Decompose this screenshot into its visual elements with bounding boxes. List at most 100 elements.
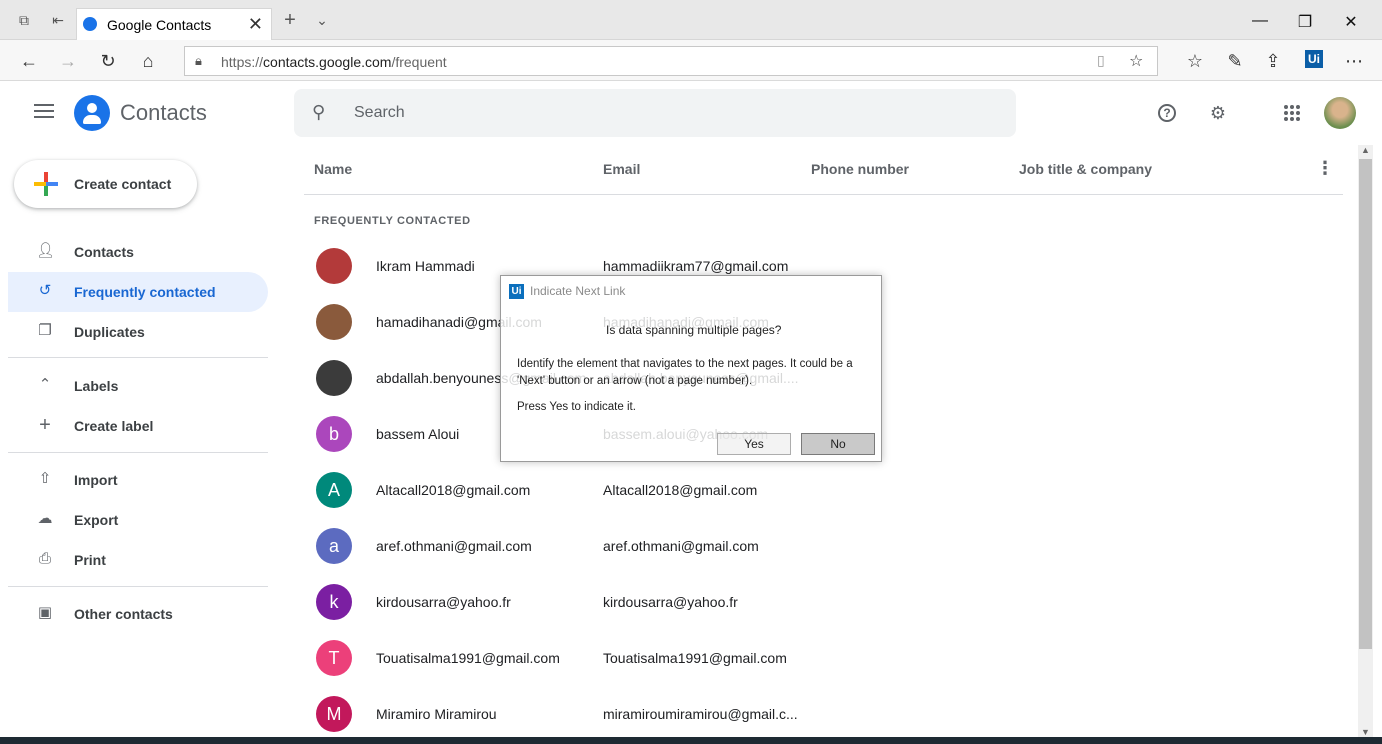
contact-email: Touatisalma1991@gmail.com (603, 650, 787, 666)
uipath-extension-icon[interactable]: Ui (1305, 50, 1323, 68)
column-header-phone: Phone number (811, 161, 910, 177)
column-header-email: Email (603, 161, 641, 177)
new-tab-icon[interactable]: + (280, 10, 300, 30)
home-icon[interactable]: ⌂ (137, 50, 159, 72)
dialog-title: Indicate Next Link (530, 284, 626, 298)
sidebar-item-frequently-contacted[interactable]: ↺ Frequently contacted (8, 272, 268, 312)
scroll-up-icon[interactable]: ▲ (1361, 145, 1370, 155)
help-icon[interactable]: ? (1158, 104, 1176, 122)
sidebar-item-print[interactable]: ⎙ Print (8, 540, 268, 580)
indicate-next-link-dialog: Ui Indicate Next Link Is data spanning m… (500, 275, 882, 462)
scrollbar-thumb[interactable] (1359, 159, 1372, 649)
pen-icon[interactable]: ✎ (1224, 50, 1246, 72)
sidebar-item-duplicates[interactable]: ❐ Duplicates (8, 312, 268, 352)
create-contact-label: Create contact (74, 176, 172, 192)
sidebar-item-label: Contacts (74, 244, 134, 260)
account-avatar[interactable] (1324, 97, 1356, 129)
no-button[interactable]: No (801, 433, 875, 455)
archive-icon: ▣ (37, 604, 53, 621)
upload-icon: ⇧ (38, 470, 52, 487)
divider (8, 586, 268, 587)
sidebar-item-contacts[interactable]: 👤︎ Contacts (8, 232, 268, 272)
lock-icon: 🔒︎ (195, 53, 202, 68)
table-row[interactable]: M Miramiro Miramirou miramiroumiramirou@gm… (304, 687, 1344, 743)
search-icon[interactable]: ⚲ (312, 102, 325, 123)
header-divider (304, 194, 1343, 195)
close-tab-icon[interactable]: ✕ (248, 14, 263, 35)
person-icon: 👤︎ (36, 242, 56, 259)
tab-title: Google Contacts (107, 17, 212, 33)
sidebar-item-import[interactable]: ⇧ Import (8, 460, 268, 500)
scroll-down-icon[interactable]: ▼ (1361, 727, 1370, 737)
restore-icon[interactable]: ❐ (1295, 12, 1315, 32)
contact-name: aref.othmani@gmail.com (376, 538, 532, 554)
sidebar-item-label: Create label (74, 418, 154, 434)
url-text[interactable]: https://contacts.google.com/frequent (221, 54, 447, 70)
tab-actions-icon[interactable]: ⧉ (14, 10, 34, 30)
set-aside-tabs-icon[interactable]: ⇤ (48, 10, 68, 30)
forward-icon[interactable]: → (57, 50, 79, 72)
taskbar (0, 737, 1382, 744)
contact-name: Touatisalma1991@gmail.com (376, 650, 560, 666)
favorite-star-icon[interactable]: ☆ (1129, 51, 1143, 71)
avatar: A (316, 472, 352, 508)
contacts-logo-icon (74, 95, 110, 131)
avatar: T (316, 640, 352, 676)
yes-button[interactable]: Yes (717, 433, 791, 455)
printer-icon: ⎙ (38, 550, 51, 567)
divider (8, 357, 268, 358)
sidebar-item-label: Frequently contacted (74, 284, 216, 300)
contact-name: kirdousarra@yahoo.fr (376, 594, 511, 610)
minimize-icon[interactable]: — (1250, 12, 1270, 30)
refresh-icon[interactable]: ↻ (97, 50, 119, 72)
browser-nav-bar: ← → ↻ ⌂ 🔒︎ https://contacts.google.com/f… (0, 40, 1382, 81)
search-bar[interactable]: ⚲ (294, 89, 1016, 137)
main-menu-icon[interactable] (34, 104, 54, 120)
dialog-body: Identify the element that navigates to t… (517, 358, 853, 387)
sidebar-item-labels[interactable]: ⌃ Labels (8, 366, 268, 406)
create-contact-button[interactable]: Create contact (14, 160, 197, 208)
table-row[interactable]: a aref.othmani@gmail.com aref.othmani@gmai… (304, 519, 1344, 575)
dialog-question: Is data spanning multiple pages? (606, 323, 782, 337)
table-row[interactable]: T Touatisalma1991@gmail.com Touatisalma199… (304, 631, 1344, 687)
divider (8, 452, 268, 453)
contact-email: hammadiikram77@gmail.com (603, 258, 789, 274)
address-bar[interactable]: 🔒︎ https://contacts.google.com/frequent … (184, 46, 1158, 76)
avatar: k (316, 584, 352, 620)
table-row[interactable]: A Altacall2018@gmail.com Altacall2018@gmai… (304, 463, 1344, 519)
close-window-icon[interactable]: ✕ (1341, 12, 1361, 32)
column-header-job: Job title & company (1019, 161, 1153, 177)
contact-name: Ikram Hammadi (376, 258, 475, 274)
share-icon[interactable]: ⇪ (1262, 50, 1284, 72)
chevron-up-icon: ⌃ (38, 376, 52, 393)
contacts-favicon-icon (83, 17, 97, 31)
avatar: M (316, 696, 352, 732)
search-input[interactable] (354, 101, 954, 125)
more-menu-icon[interactable]: ⋯ (1343, 50, 1365, 72)
scrollbar[interactable]: ▲ ▼ (1358, 145, 1373, 737)
back-icon[interactable]: ← (18, 50, 40, 72)
browser-tab[interactable]: Google Contacts ✕ (76, 8, 272, 40)
avatar (316, 360, 352, 396)
apps-grid-icon[interactable] (1284, 105, 1300, 121)
sidebar-item-label: Import (74, 472, 118, 488)
avatar (316, 248, 352, 284)
table-row[interactable]: k kirdousarra@yahoo.fr kirdousarra@yahoo.f… (304, 575, 1344, 631)
sidebar-item-label: Other contacts (74, 606, 173, 622)
favorites-icon[interactable]: ☆ (1184, 50, 1206, 72)
reading-view-icon[interactable]: ▯ (1097, 52, 1105, 69)
settings-gear-icon[interactable]: ⚙ (1206, 101, 1230, 125)
more-options-icon[interactable]: ⋮ (1316, 158, 1334, 179)
sidebar-item-create-label[interactable]: + Create label (8, 406, 268, 446)
history-icon: ↺ (38, 282, 52, 299)
contact-email: kirdousarra@yahoo.fr (603, 594, 738, 610)
dialog-prompt: Press Yes to indicate it. (517, 401, 636, 413)
sidebar-item-export[interactable]: ☁ Export (8, 500, 268, 540)
sidebar-item-label: Print (74, 552, 106, 568)
sidebar-item-label: Duplicates (74, 324, 145, 340)
sidebar-item-other-contacts[interactable]: ▣ Other contacts (8, 594, 268, 634)
tab-list-chevron-down-icon[interactable]: ⌄ (312, 10, 332, 30)
browser-tab-bar: ⧉ ⇤ Google Contacts ✕ + ⌄ — ❐ ✕ (0, 0, 1382, 40)
section-heading: FREQUENTLY CONTACTED (314, 215, 471, 227)
avatar: a (316, 528, 352, 564)
